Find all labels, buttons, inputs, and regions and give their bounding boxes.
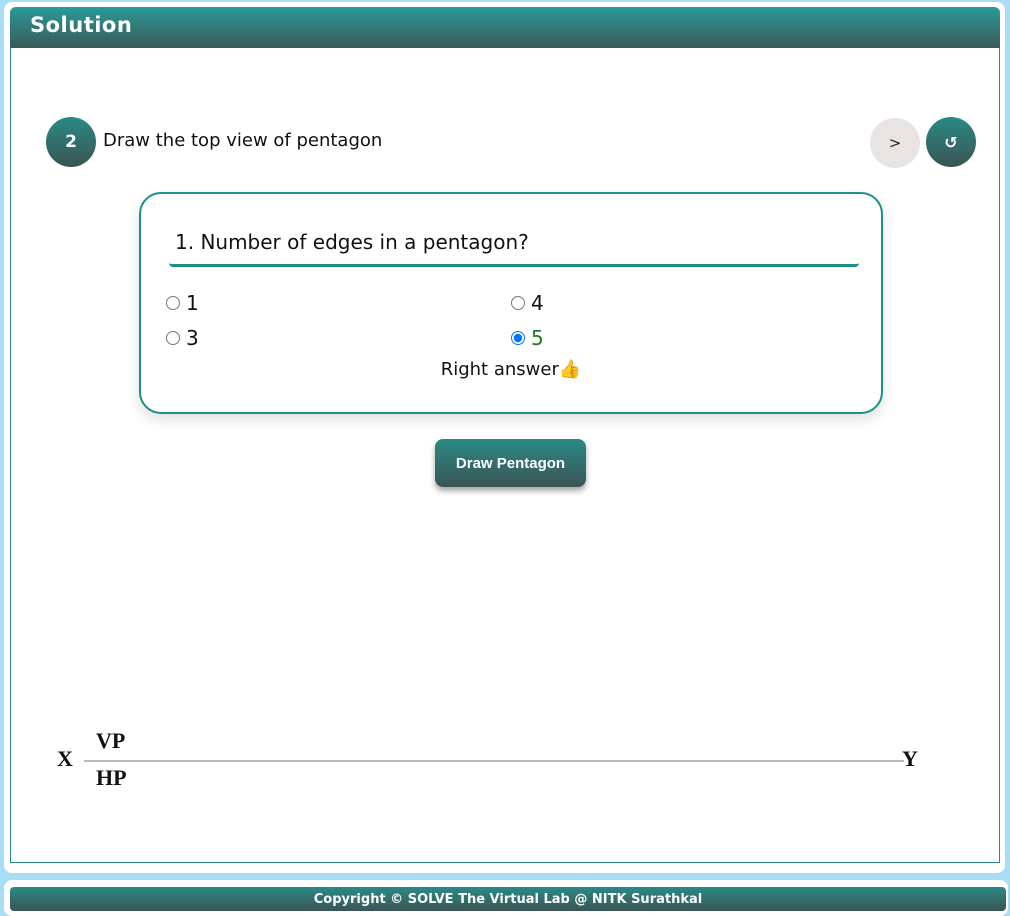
footer: Copyright © SOLVE The Virtual Lab @ NITK… [4,880,1008,916]
quiz-question: 1. Number of edges in a pentagon? [169,224,859,267]
option-5[interactable]: 5 [511,326,544,350]
option-5-radio[interactable] [511,331,525,345]
option-1-radio[interactable] [166,296,180,310]
step-number-badge: 2 [46,117,96,167]
answer-feedback: Right answer👍 [440,359,582,380]
hp-label: HP [96,765,127,790]
x-label: X [57,746,73,771]
option-4[interactable]: 4 [511,291,544,315]
option-4-radio[interactable] [511,296,525,310]
option-3-radio[interactable] [166,331,180,345]
option-1-label: 1 [186,291,199,315]
draw-pentagon-button[interactable]: Draw Pentagon [435,439,586,487]
option-1[interactable]: 1 [166,291,199,315]
reset-button[interactable]: ↺ [926,117,976,167]
next-button[interactable]: > [870,118,920,168]
option-5-label: 5 [531,326,544,350]
copyright-text: Copyright © SOLVE The Virtual Lab @ NITK… [10,887,1006,911]
option-3[interactable]: 3 [166,326,199,350]
option-3-label: 3 [186,326,199,350]
vp-label: VP [96,728,126,753]
panel-header: Solution [10,7,1000,48]
y-label: Y [902,746,918,771]
reset-icon: ↺ [944,132,958,152]
step-instruction: Draw the top view of pentagon [103,130,383,151]
option-4-label: 4 [531,291,544,315]
panel-title: Solution [30,13,133,37]
quiz-card: 1. Number of edges in a pentagon? 1 4 3 … [139,192,883,414]
xy-reference-line [84,760,904,762]
